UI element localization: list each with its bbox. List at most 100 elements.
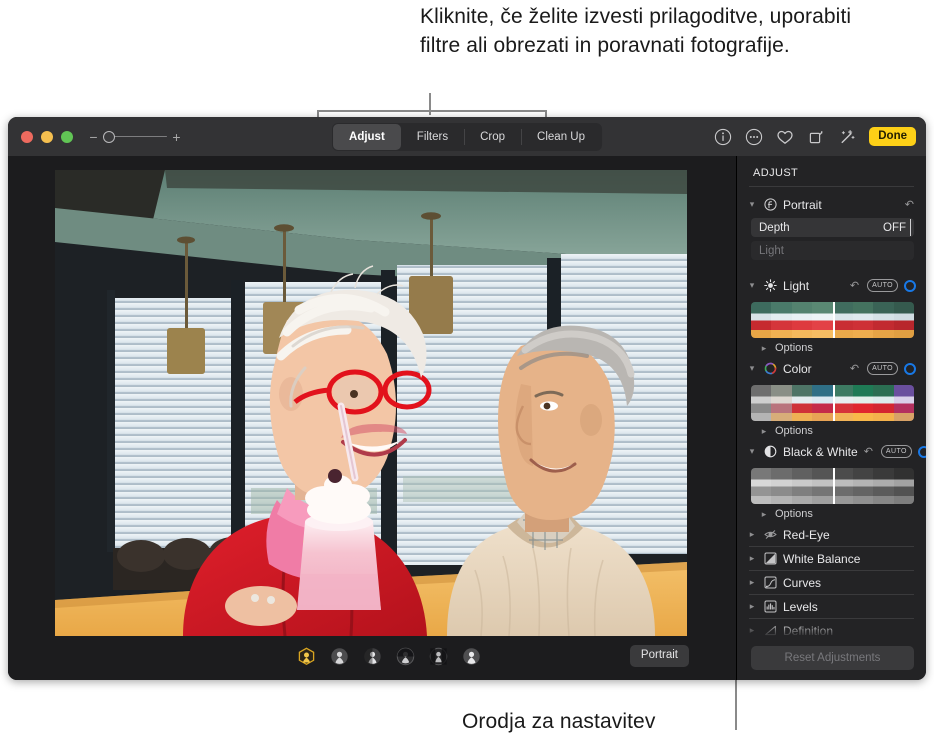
- light-thumbnail-strip[interactable]: [751, 302, 914, 338]
- light-thumb[interactable]: [812, 302, 832, 338]
- chevron-right-icon[interactable]: ▸: [747, 529, 757, 540]
- lighting-effect-stage-light-icon[interactable]: [396, 647, 415, 666]
- bw-thumbnail-strip[interactable]: [751, 468, 914, 504]
- color-thumbnail-strip[interactable]: [751, 385, 914, 421]
- bw-thumb[interactable]: [812, 468, 832, 504]
- revert-bw-icon[interactable]: ↶: [864, 445, 873, 458]
- bw-thumb[interactable]: [894, 468, 914, 504]
- lighting-effect-natural-light-icon[interactable]: [297, 647, 316, 666]
- auto-color-button[interactable]: AUTO: [867, 362, 898, 375]
- bw-thumb[interactable]: [771, 468, 791, 504]
- more-options-icon[interactable]: [745, 128, 763, 146]
- light-thumb[interactable]: [771, 302, 791, 338]
- chevron-right-icon[interactable]: ▸: [747, 553, 757, 564]
- light-thumb[interactable]: [853, 302, 873, 338]
- tab-clean-up[interactable]: Clean Up: [521, 124, 601, 150]
- lighting-effect-studio-light-icon[interactable]: [330, 647, 349, 666]
- light-thumb[interactable]: [792, 302, 812, 338]
- tab-adjust[interactable]: Adjust: [333, 124, 401, 150]
- toggle-color-icon[interactable]: [904, 363, 916, 375]
- bw-thumb[interactable]: [873, 468, 893, 504]
- chevron-down-icon[interactable]: ▾: [747, 280, 757, 291]
- auto-bw-button[interactable]: AUTO: [881, 445, 912, 458]
- adjust-section-levels[interactable]: ▸ Levels: [737, 595, 926, 618]
- color-thumb[interactable]: [873, 385, 893, 421]
- maximize-button[interactable]: [61, 131, 73, 143]
- lighting-effect-contour-light-icon[interactable]: [363, 647, 382, 666]
- adjust-section-white-balance[interactable]: ▸ White Balance: [737, 547, 926, 570]
- portrait-depth-slider[interactable]: Depth OFF: [751, 218, 914, 237]
- zoom-in-icon[interactable]: +: [172, 132, 181, 142]
- portrait-light-slider[interactable]: Light: [751, 241, 914, 260]
- tab-crop[interactable]: Crop: [464, 124, 521, 150]
- bw-thumb[interactable]: [853, 468, 873, 504]
- portrait-depth-handle[interactable]: [910, 219, 912, 236]
- light-options-row[interactable]: ▸ Options: [737, 338, 926, 357]
- chevron-right-icon[interactable]: ▸: [759, 509, 769, 520]
- chevron-right-icon[interactable]: ▸: [747, 577, 757, 588]
- color-thumb[interactable]: [771, 385, 791, 421]
- adjust-sidebar-scroll[interactable]: ADJUST ▾ Portrait ↶ Depth: [737, 156, 926, 637]
- adjust-section-curves[interactable]: ▸ Curves: [737, 571, 926, 594]
- color-thumb[interactable]: [751, 385, 771, 421]
- color-wheel-icon: [763, 362, 777, 376]
- bw-options-row[interactable]: ▸ Options: [737, 504, 926, 523]
- photo-canvas[interactable]: [55, 170, 687, 636]
- chevron-right-icon[interactable]: ▸: [759, 426, 769, 437]
- editor-content: Portrait ADJUST ▾ Portrait: [8, 156, 926, 680]
- sidebar-scroll-fade: [737, 623, 926, 637]
- light-playhead[interactable]: [833, 302, 835, 338]
- close-button[interactable]: [21, 131, 33, 143]
- portrait-f-icon: [763, 198, 777, 212]
- section-label-portrait: Portrait: [783, 198, 899, 212]
- done-button[interactable]: Done: [869, 127, 916, 147]
- photo-image: [55, 170, 687, 636]
- adjust-section-red-eye[interactable]: ▸ Red-Eye: [737, 523, 926, 546]
- toggle-bw-icon[interactable]: [918, 446, 926, 458]
- tab-filters[interactable]: Filters: [401, 124, 464, 150]
- revert-color-icon[interactable]: ↶: [850, 362, 859, 375]
- zoom-slider-knob[interactable]: [103, 131, 115, 143]
- lighting-effect-stage-light-mono-icon[interactable]: [429, 647, 448, 666]
- chevron-down-icon[interactable]: ▾: [747, 363, 757, 374]
- zoom-slider-control[interactable]: − +: [89, 130, 181, 144]
- adjust-section-portrait[interactable]: ▾ Portrait ↶: [737, 193, 926, 216]
- chevron-right-icon[interactable]: ▸: [747, 601, 757, 612]
- color-thumb[interactable]: [853, 385, 873, 421]
- bw-thumb[interactable]: [751, 468, 771, 504]
- info-icon[interactable]: [714, 128, 732, 146]
- toggle-light-icon[interactable]: [904, 280, 916, 292]
- chevron-right-icon[interactable]: ▸: [759, 343, 769, 354]
- enhance-wand-icon[interactable]: [838, 128, 856, 146]
- light-thumb[interactable]: [751, 302, 771, 338]
- bw-playhead[interactable]: [833, 468, 835, 504]
- light-thumb[interactable]: [894, 302, 914, 338]
- revert-light-icon[interactable]: ↶: [850, 279, 859, 292]
- portrait-mode-badge[interactable]: Portrait: [630, 645, 689, 667]
- bw-thumb[interactable]: [833, 468, 853, 504]
- minimize-button[interactable]: [41, 131, 53, 143]
- color-thumb[interactable]: [833, 385, 853, 421]
- chevron-down-icon[interactable]: ▾: [747, 199, 757, 210]
- color-playhead[interactable]: [833, 385, 835, 421]
- color-options-row[interactable]: ▸ Options: [737, 421, 926, 440]
- revert-portrait-icon[interactable]: ↶: [905, 198, 914, 211]
- light-thumb[interactable]: [873, 302, 893, 338]
- zoom-slider-track[interactable]: [103, 130, 167, 144]
- window-controls: [21, 131, 73, 143]
- color-thumb[interactable]: [812, 385, 832, 421]
- favorite-heart-icon[interactable]: [776, 128, 794, 146]
- rotate-icon[interactable]: [807, 128, 825, 146]
- chevron-down-icon[interactable]: ▾: [747, 446, 757, 457]
- adjust-section-color[interactable]: ▾ Color ↶ AUTO: [737, 357, 926, 380]
- bw-thumb[interactable]: [792, 468, 812, 504]
- zoom-out-icon[interactable]: −: [89, 132, 98, 142]
- color-thumb[interactable]: [894, 385, 914, 421]
- lighting-effect-high-key-mono-icon[interactable]: [462, 647, 481, 666]
- auto-light-button[interactable]: AUTO: [867, 279, 898, 292]
- reset-adjustments-button[interactable]: Reset Adjustments: [751, 646, 914, 670]
- color-thumb[interactable]: [792, 385, 812, 421]
- adjust-section-black-and-white[interactable]: ▾ Black & White ↶ AUTO: [737, 440, 926, 463]
- light-thumb[interactable]: [833, 302, 853, 338]
- adjust-section-light[interactable]: ▾ Light ↶ AUTO: [737, 274, 926, 297]
